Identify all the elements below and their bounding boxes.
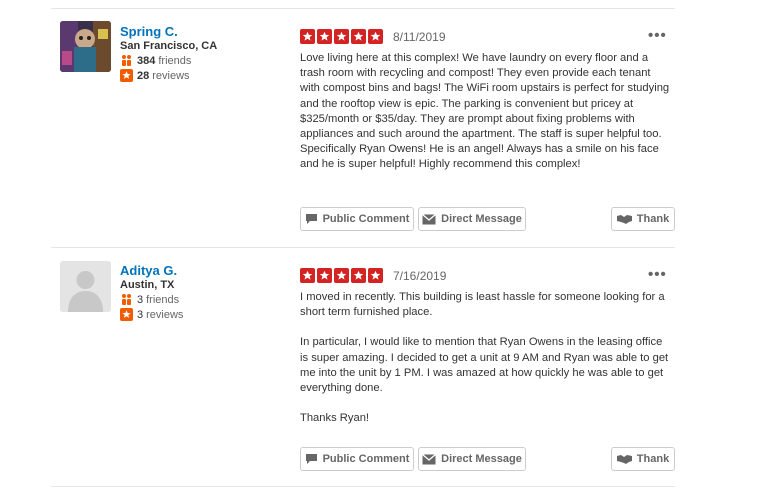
- star-icon: [317, 29, 332, 44]
- public-comment-button[interactable]: Public Comment: [300, 207, 414, 231]
- more-icon[interactable]: •••: [648, 27, 667, 44]
- star-icon: [300, 29, 315, 44]
- review-paragraph: Love living here at this complex! We hav…: [300, 52, 670, 171]
- thank-label: Thank: [636, 213, 670, 225]
- star-icon: [368, 268, 383, 283]
- review-divider: [51, 486, 675, 487]
- reviews-number: 3: [137, 308, 144, 321]
- thank-button[interactable]: Thank: [611, 207, 675, 231]
- direct-message-button[interactable]: Direct Message: [418, 207, 526, 231]
- star-icon: [334, 268, 349, 283]
- user-name[interactable]: Spring C.: [120, 24, 178, 39]
- reviews-number: 28: [137, 69, 150, 82]
- reviews-label: reviews: [146, 308, 184, 321]
- thank-button[interactable]: Thank: [611, 447, 675, 471]
- star-rating: [300, 29, 385, 44]
- review-date: 7/16/2019: [393, 269, 447, 283]
- user-location: San Francisco, CA: [120, 40, 218, 52]
- star-icon: [317, 268, 332, 283]
- friends-icon: [120, 293, 133, 306]
- review-paragraph: Thanks Ryan!: [300, 412, 370, 425]
- friends-number: 384: [137, 54, 156, 67]
- reviews-count: 3 reviews: [120, 308, 183, 321]
- user-name[interactable]: Aditya G.: [120, 263, 177, 278]
- handshake-icon: [616, 454, 632, 464]
- review-paragraph: I moved in recently. This building is le…: [300, 291, 665, 319]
- friends-count: 384 friends: [120, 54, 191, 67]
- friends-label: friends: [158, 54, 192, 67]
- handshake-icon: [616, 214, 632, 224]
- comment-icon: [305, 454, 317, 464]
- star-icon: [334, 29, 349, 44]
- reviews-count: 28 reviews: [120, 69, 190, 82]
- user-location: Austin, TX: [120, 279, 175, 291]
- public-comment-label: Public Comment: [322, 213, 410, 225]
- friends-icon: [120, 54, 133, 67]
- star-rating: [300, 268, 385, 283]
- public-comment-button[interactable]: Public Comment: [300, 447, 414, 471]
- envelope-icon: [422, 453, 437, 464]
- star-icon: [368, 29, 383, 44]
- review-divider: [51, 247, 675, 248]
- user-avatar[interactable]: [60, 261, 111, 312]
- star-icon: [351, 29, 366, 44]
- review-text: I moved in recently. This building is le…: [300, 290, 670, 441]
- review-paragraph: In particular, I would like to mention t…: [300, 336, 669, 395]
- direct-message-label: Direct Message: [441, 453, 522, 465]
- friends-label: friends: [146, 293, 180, 306]
- reviews-star-icon: [120, 308, 133, 321]
- envelope-icon: [422, 213, 437, 224]
- friends-number: 3: [137, 293, 144, 306]
- reviews-star-icon: [120, 69, 133, 82]
- friends-count: 3 friends: [120, 293, 179, 306]
- more-icon[interactable]: •••: [648, 266, 667, 283]
- review-text: Love living here at this complex! We hav…: [300, 51, 670, 188]
- review-date: 8/11/2019: [393, 30, 446, 44]
- reviews-label: reviews: [152, 69, 190, 82]
- direct-message-label: Direct Message: [441, 213, 522, 225]
- thank-label: Thank: [636, 453, 670, 465]
- direct-message-button[interactable]: Direct Message: [418, 447, 526, 471]
- star-icon: [351, 268, 366, 283]
- user-avatar[interactable]: [60, 21, 111, 72]
- star-icon: [300, 268, 315, 283]
- public-comment-label: Public Comment: [322, 453, 410, 465]
- comment-icon: [305, 214, 317, 224]
- top-divider: [51, 8, 675, 9]
